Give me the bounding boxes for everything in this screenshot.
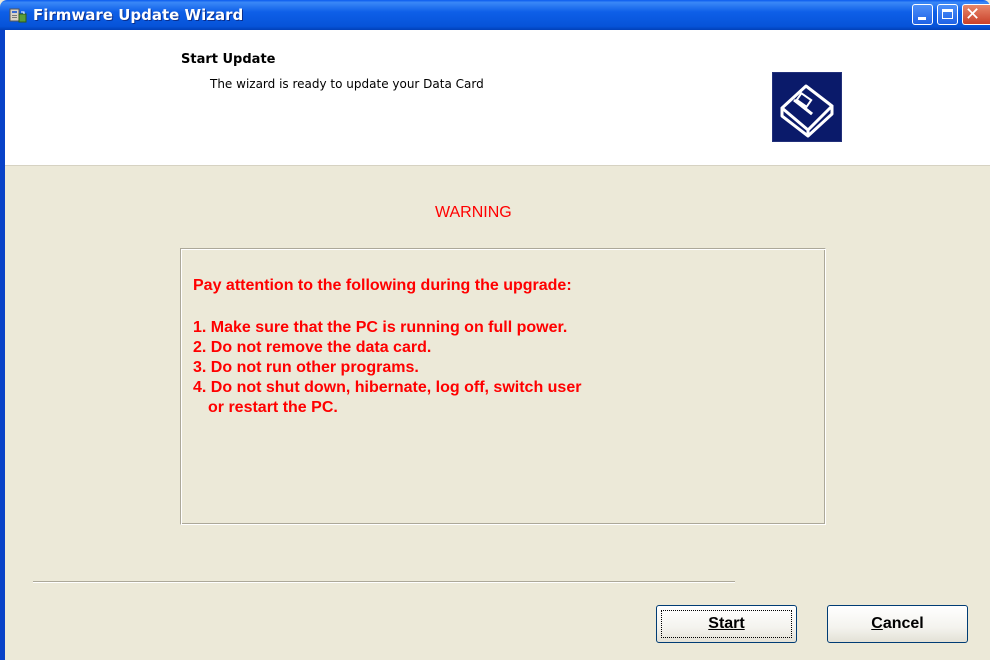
- button-area-divider: [33, 581, 735, 583]
- start-button-label: Start: [708, 615, 745, 632]
- warning-item: 1. Make sure that the PC is running on f…: [193, 319, 568, 336]
- warning-item-continued: or restart the PC.: [208, 399, 338, 416]
- warning-item: 4. Do not shut down, hibernate, log off,…: [193, 379, 582, 396]
- warning-item: 3. Do not run other programs.: [193, 359, 419, 376]
- wizard-window: Firmware Update Wizard ✕ Start Update Th…: [0, 0, 990, 660]
- close-button[interactable]: ✕: [962, 4, 990, 25]
- wizard-header: [5, 30, 990, 165]
- window-title: Firmware Update Wizard: [33, 6, 244, 24]
- cancel-mnemonic: C: [871, 615, 883, 632]
- cancel-button[interactable]: Cancel: [827, 605, 968, 643]
- warning-heading: WARNING: [435, 204, 512, 221]
- maximize-button[interactable]: [937, 4, 958, 25]
- maximize-icon: [942, 9, 953, 19]
- close-icon: ✕: [965, 4, 981, 25]
- cancel-button-label: Cancel: [871, 615, 923, 632]
- cancel-rest: ancel: [882, 615, 924, 632]
- step-title: Start Update: [181, 52, 276, 67]
- minimize-button[interactable]: [912, 4, 933, 25]
- title-bar[interactable]: Firmware Update Wizard ✕: [0, 0, 990, 30]
- header-divider: [5, 165, 990, 166]
- app-icon: [9, 6, 27, 24]
- hardware-card-icon: [771, 71, 843, 143]
- warning-intro: Pay attention to the following during th…: [193, 277, 572, 294]
- step-subtitle: The wizard is ready to update your Data …: [210, 77, 484, 91]
- start-button[interactable]: Start: [656, 605, 797, 643]
- warning-item: 2. Do not remove the data card.: [193, 339, 432, 356]
- minimize-icon: [918, 17, 926, 20]
